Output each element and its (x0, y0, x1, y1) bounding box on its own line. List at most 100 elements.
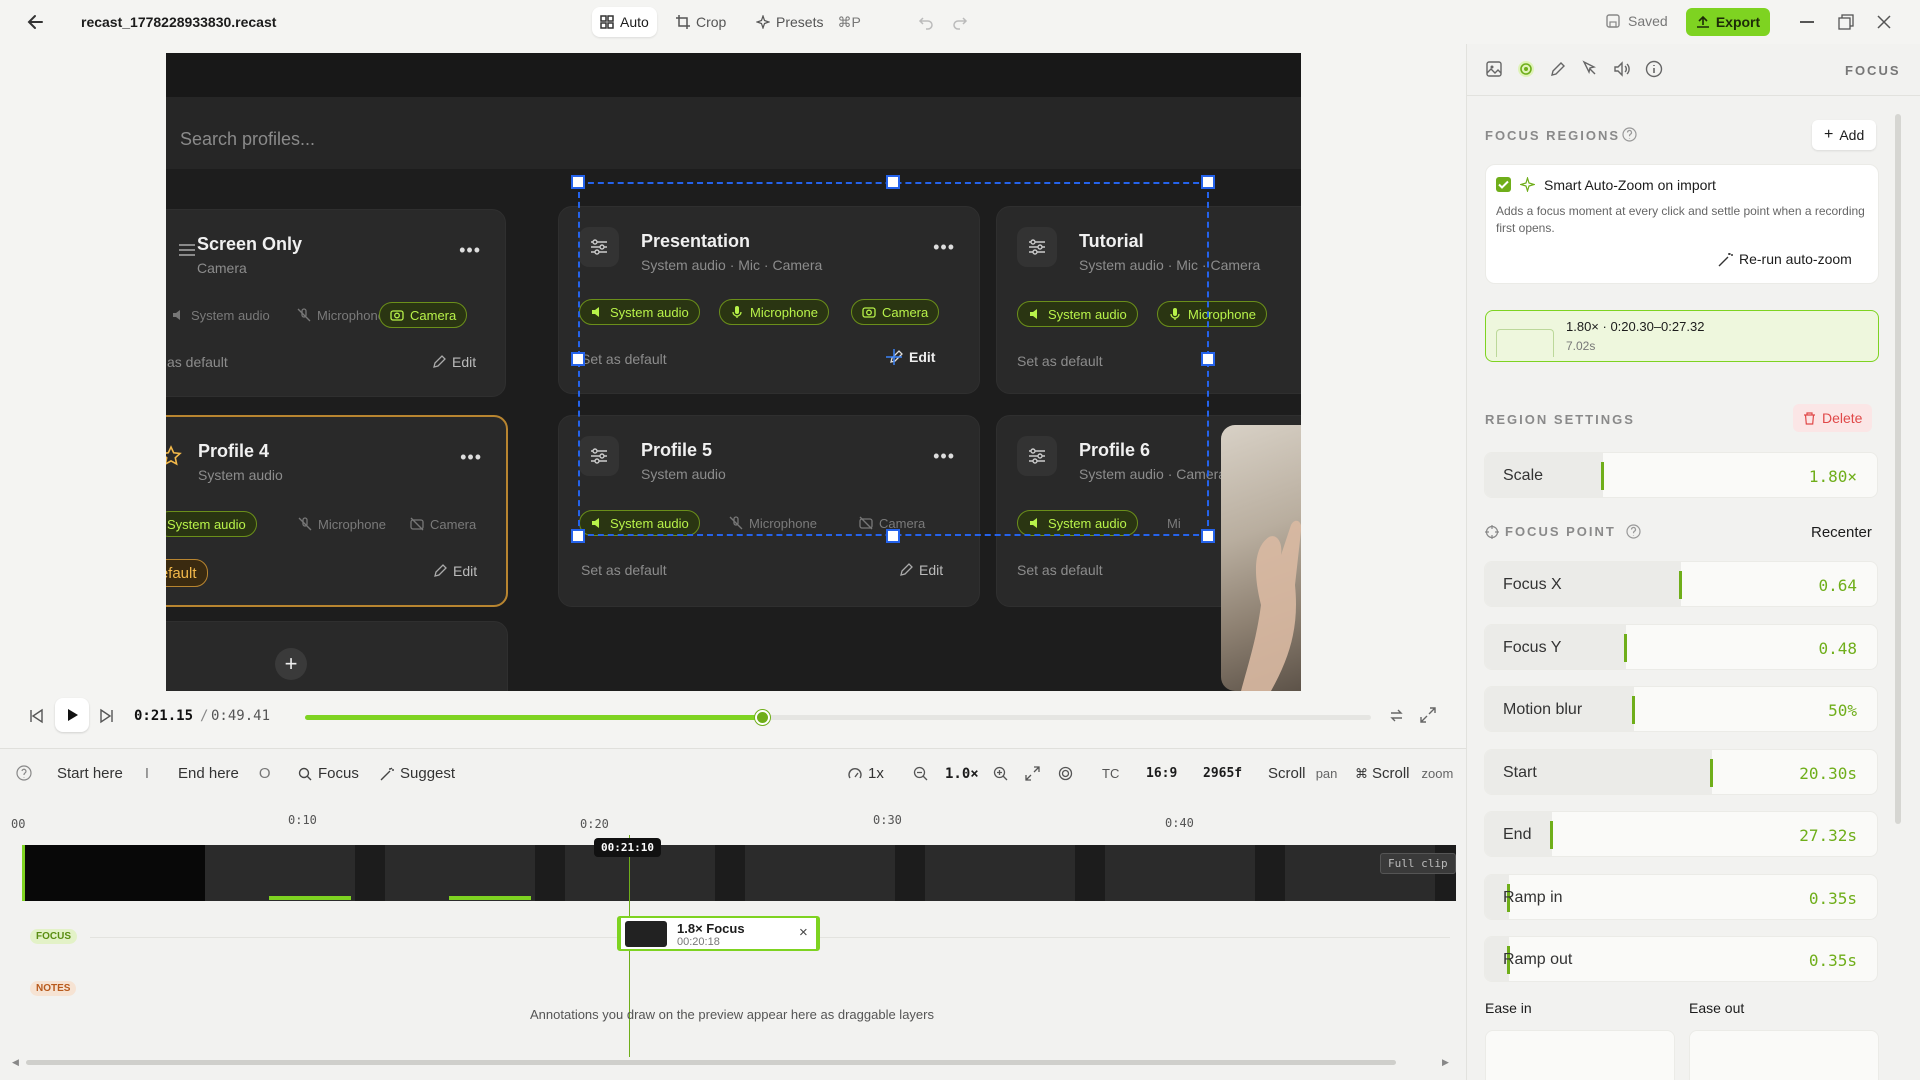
progress-knob[interactable] (755, 710, 771, 725)
more-icon[interactable]: ••• (460, 447, 482, 468)
ramp-out-slider[interactable]: Ramp out 0.35s (1484, 936, 1878, 982)
slider-value: 0.35s (1808, 951, 1857, 970)
webcam-overlay[interactable] (1221, 425, 1301, 691)
close-icon[interactable] (1876, 14, 1892, 30)
timecode-toggle[interactable]: TC (1102, 766, 1119, 781)
more-icon[interactable]: ••• (459, 240, 481, 261)
fit-icon[interactable] (1025, 766, 1040, 781)
loop-icon[interactable] (1388, 707, 1405, 724)
suggest-button[interactable]: Suggest (380, 765, 455, 782)
chip-camera: Camera (379, 302, 468, 328)
focus-target-icon[interactable] (1517, 60, 1535, 78)
ramp-in-slider[interactable]: Ramp in 0.35s (1484, 874, 1878, 920)
cursor-icon[interactable] (1581, 60, 1599, 78)
add-region-button[interactable]: + Add (1812, 120, 1877, 150)
speed-control[interactable]: 1x (848, 765, 884, 782)
timeline-scrollbar[interactable] (26, 1060, 1396, 1065)
focus-button[interactable]: Focus (298, 765, 359, 782)
help-icon[interactable] (1626, 524, 1641, 539)
panel-scrollbar[interactable] (1895, 114, 1901, 824)
focus-region-item[interactable]: 1.80× · 0:20.30–0:27.32 7.02s (1485, 310, 1879, 362)
export-button[interactable]: Export (1686, 8, 1770, 36)
recenter-button[interactable]: Recenter (1811, 524, 1872, 541)
focus-y-slider[interactable]: Focus Y 0.48 (1484, 624, 1878, 670)
progress-track[interactable] (305, 710, 1371, 725)
play-button[interactable] (55, 698, 89, 732)
slider-value: 50% (1828, 701, 1857, 720)
video-track[interactable]: Full clip (22, 845, 1456, 901)
smart-auto-zoom-checkbox[interactable] (1496, 177, 1511, 192)
command-icon: ⌘ (1355, 765, 1368, 781)
presets-button[interactable]: Presets ⌘P (748, 7, 869, 37)
top-bar: recast_1778228933830.recast Auto Crop Pr… (0, 0, 1920, 44)
ease-in-curve[interactable] (1485, 1030, 1675, 1080)
resize-handle-ne[interactable] (1201, 175, 1215, 189)
skip-back-icon[interactable] (28, 708, 44, 724)
add-profile-card[interactable]: + (166, 621, 508, 691)
set-default-link[interactable]: as default (167, 354, 228, 370)
undo-icon[interactable] (918, 14, 934, 30)
edit-button[interactable]: Edit (433, 563, 477, 579)
end-slider[interactable]: End 27.32s (1484, 811, 1878, 857)
resize-handle-n[interactable] (886, 175, 900, 189)
scroll-left-icon[interactable]: ◀ (12, 1057, 19, 1068)
speaker-icon[interactable] (1613, 60, 1631, 78)
focus-clip-thumb (625, 921, 667, 947)
slider-value: 0.64 (1818, 576, 1857, 595)
help-icon[interactable] (16, 765, 32, 781)
smart-auto-zoom-desc: Adds a focus moment at every click and s… (1496, 204, 1865, 235)
slider-value: 0.48 (1818, 639, 1857, 658)
auto-button[interactable]: Auto (592, 7, 657, 37)
back-arrow-icon[interactable] (26, 12, 46, 32)
zoom-out-icon[interactable] (913, 766, 928, 781)
motion-blur-slider[interactable]: Motion blur 50% (1484, 686, 1878, 732)
zoom-level: 1.0× (945, 766, 979, 782)
scroll-right-icon[interactable]: ▶ (1442, 1057, 1449, 1068)
resize-handle-se[interactable] (1201, 529, 1215, 543)
ease-out-curve[interactable] (1689, 1030, 1879, 1080)
target-icon[interactable] (1058, 766, 1073, 781)
info-icon[interactable] (1645, 60, 1663, 78)
pen-icon[interactable] (1549, 60, 1567, 78)
aspect-ratio[interactable]: 16:9 (1146, 766, 1177, 781)
crop-button[interactable]: Crop (668, 7, 734, 37)
edit-button[interactable]: Edit (432, 354, 476, 370)
set-default-link[interactable]: Set as default (581, 562, 667, 578)
minimize-icon[interactable] (1800, 21, 1814, 23)
save-icon (1606, 14, 1620, 28)
zoom-in-icon[interactable] (993, 766, 1008, 781)
rerun-auto-zoom-button[interactable]: Re-run auto-zoom (1718, 251, 1852, 267)
set-default-link[interactable]: Set as default (1017, 562, 1103, 578)
help-icon[interactable] (1622, 127, 1637, 142)
ease-out-label: Ease out (1689, 1000, 1745, 1016)
skip-forward-icon[interactable] (99, 708, 115, 724)
resize-handle-s[interactable] (886, 529, 900, 543)
slider-value: 1.80× (1808, 467, 1857, 486)
plus-icon: + (1824, 126, 1834, 143)
focus-x-slider[interactable]: Focus X 0.64 (1484, 561, 1878, 607)
ruler-tick: 0:40 (1165, 816, 1194, 830)
check-icon (1498, 180, 1509, 189)
fullscreen-icon[interactable] (1420, 707, 1436, 723)
focus-clip-close-icon[interactable]: × (799, 924, 808, 941)
add-profile-button[interactable]: + (275, 648, 307, 680)
playhead-time[interactable]: 00:21:10 (594, 838, 661, 857)
mic-off-icon (297, 308, 311, 322)
focus-clip[interactable]: 1.8× Focus 00:20:18 × (617, 916, 820, 951)
resize-handle-sw[interactable] (571, 529, 585, 543)
maximize-icon[interactable] (1838, 14, 1854, 30)
resize-handle-e[interactable] (1201, 352, 1215, 366)
edit-button[interactable]: Edit (899, 562, 943, 578)
scale-slider[interactable]: Scale 1.80× (1484, 452, 1878, 498)
chip-camera: Camera (400, 511, 486, 537)
delete-region-button[interactable]: Delete (1793, 404, 1873, 432)
video-preview[interactable]: Search profiles... Screen Only Camera ••… (166, 53, 1301, 691)
start-slider[interactable]: Start 20.30s (1484, 749, 1878, 795)
resize-handle-nw[interactable] (571, 175, 585, 189)
resize-handle-w[interactable] (571, 352, 585, 366)
image-icon[interactable] (1485, 60, 1503, 78)
end-here-button[interactable]: End here O (178, 765, 271, 782)
start-here-button[interactable]: Start here I (57, 765, 149, 782)
region-thumb (1496, 329, 1554, 357)
redo-icon[interactable] (952, 14, 968, 30)
